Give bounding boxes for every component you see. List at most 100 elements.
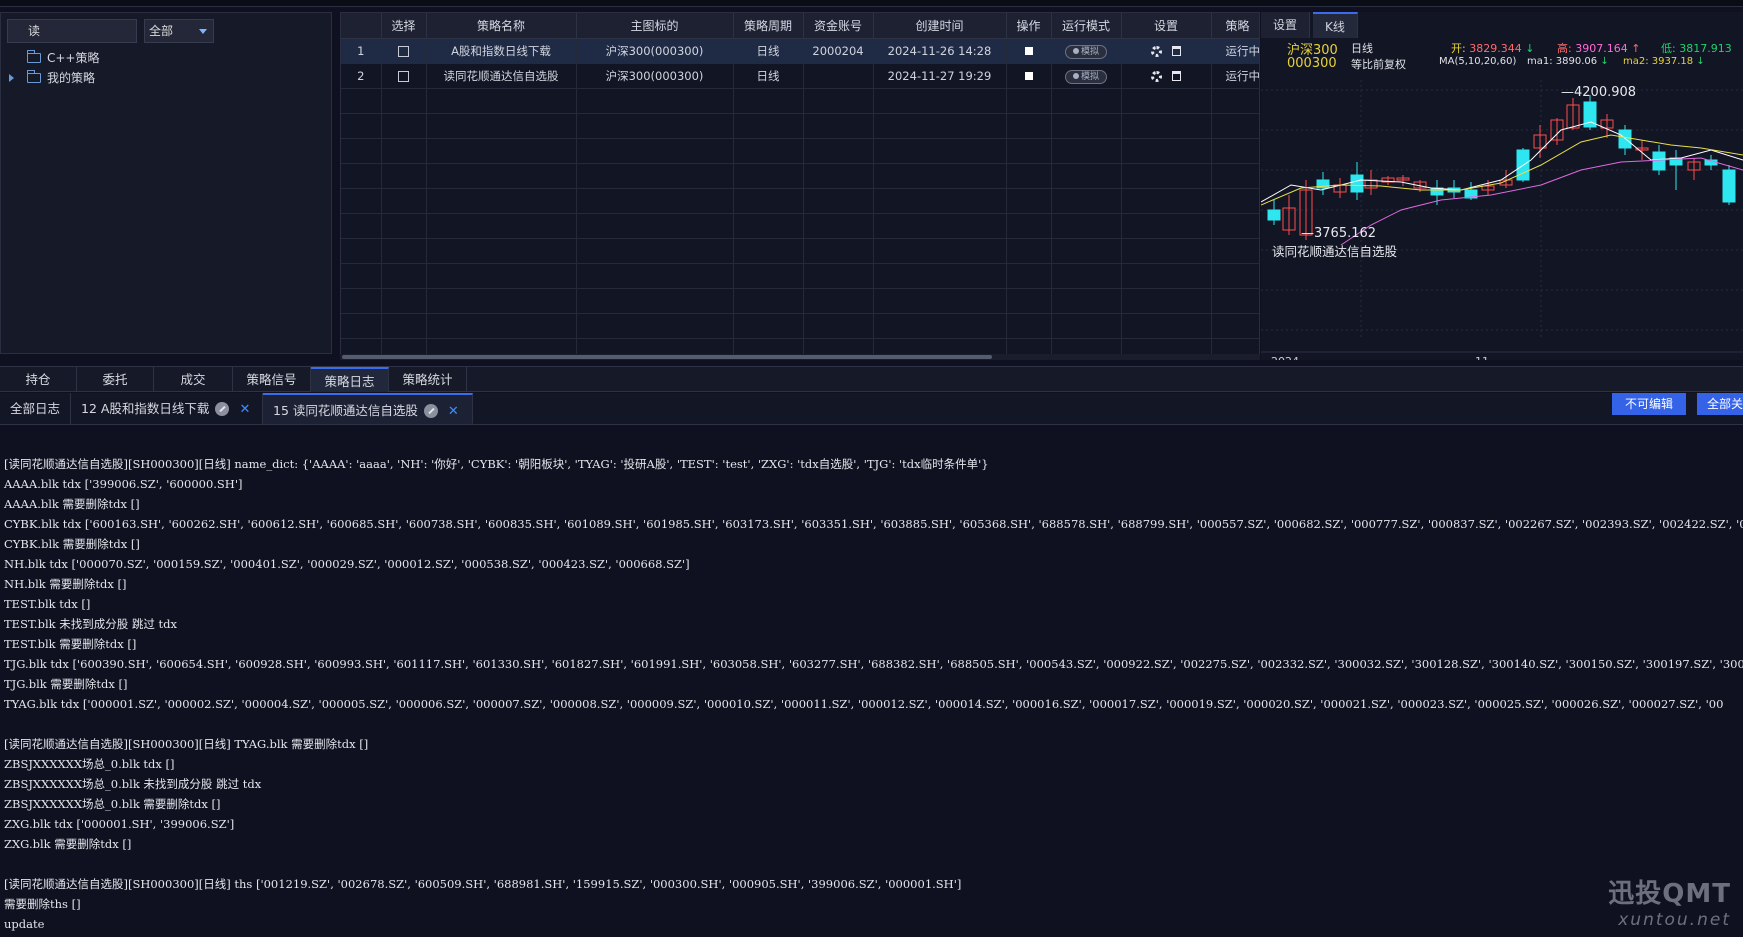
gear-icon[interactable] (1151, 70, 1162, 82)
x-tick-label: 2024 (1271, 355, 1299, 360)
log-line: TEST.blk 未找到成分股 跳过 tdx (4, 617, 178, 631)
edit-icon[interactable] (215, 402, 230, 416)
log-line: NH.blk tdx ['000070.SZ', '000159.SZ', '0… (4, 557, 690, 571)
stop-icon (1024, 71, 1033, 80)
tab-statistics[interactable]: 策略统计 (389, 367, 467, 392)
min-price-label: —3765.162 (1301, 226, 1376, 241)
tab-signals[interactable]: 策略信号 (233, 367, 311, 392)
strategy-created: 2024-11-27 19:29 (873, 63, 1007, 89)
log-output[interactable]: [读同花顺通达信自选股][SH000300][日线] name_dict: {'… (0, 426, 1743, 937)
log-tab-12[interactable]: 12 A股和指数日线下载 ✕ (71, 393, 263, 424)
strategy-filter-select[interactable]: 全部 (144, 19, 214, 43)
tab-orders[interactable]: 委托 (77, 367, 154, 392)
row-checkbox[interactable] (381, 63, 427, 89)
tab-trades[interactable]: 成交 (154, 367, 233, 392)
col-header-no (341, 13, 382, 39)
empty-row (341, 238, 1259, 264)
log-line: [读同花顺通达信自选股][SH000300][日线] ths ['001219.… (4, 877, 962, 891)
col-header-name[interactable]: 策略名称 (426, 13, 577, 39)
empty-row (341, 213, 1259, 239)
row-checkbox[interactable] (381, 38, 427, 64)
strategy-table: 选择 策略名称 主图标的 策略周期 资金账号 创建时间 操作 运行模式 设置 策… (340, 12, 1260, 358)
readonly-button[interactable]: 不可编辑 (1612, 393, 1686, 415)
watermark-url: xuntou.net (1618, 910, 1731, 930)
log-tab-all[interactable]: 全部日志 (0, 393, 71, 424)
strategy-tree-panel: 读 全部 C++策略 我的策略 (0, 12, 332, 354)
chevron-down-icon (199, 29, 207, 34)
log-line: TJG.blk 需要删除tdx [] (4, 677, 128, 691)
col-header-account[interactable]: 资金账号 (803, 13, 874, 39)
trash-icon[interactable] (1172, 71, 1181, 81)
col-header-symbol[interactable]: 主图标的 (576, 13, 734, 39)
row-settings (1121, 63, 1212, 89)
empty-row (341, 188, 1259, 214)
strategy-search-input[interactable]: 读 (7, 19, 137, 43)
col-header-settings[interactable]: 设置 (1121, 13, 1212, 39)
table-horizontal-scrollbar[interactable] (340, 354, 1260, 360)
tree-item-my-strategies[interactable]: 我的策略 (9, 69, 95, 87)
empty-row (341, 113, 1259, 139)
bottom-tab-bar: 持仓 委托 成交 策略信号 策略日志 策略统计 (0, 366, 1743, 392)
col-header-action[interactable]: 操作 (1006, 13, 1052, 39)
table-row[interactable]: 2 读同花顺通达信自选股 沪深300(000300) 日线 2024-11-27… (341, 63, 1259, 89)
strategy-period: 日线 (733, 38, 804, 64)
kline-chart[interactable]: —4200.908 —3765.162 2024 11 (1261, 30, 1743, 360)
mode-label: 模拟 (1065, 69, 1107, 84)
kline-candle (1652, 151, 1666, 171)
tree-item-cpp[interactable]: C++策略 (9, 49, 100, 67)
log-line: NH.blk 需要删除tdx [] (4, 577, 127, 591)
col-header-select[interactable]: 选择 (381, 13, 427, 39)
log-line: 需要删除ths [] (4, 897, 81, 911)
kline-candle (1722, 169, 1736, 203)
mode-toggle[interactable]: 模拟 (1051, 63, 1122, 89)
log-line: AAAA.blk tdx ['399006.SZ', '600000.SH'] (4, 477, 243, 491)
watermark: 迅投QMT xuntou.net (1608, 873, 1731, 930)
row-settings (1121, 38, 1212, 64)
table-row[interactable]: 1 A股和指数日线下载 沪深300(000300) 日线 2000204 202… (341, 38, 1259, 64)
filter-value: 全部 (149, 24, 174, 38)
row-number: 2 (341, 63, 382, 89)
col-header-created[interactable]: 创建时间 (873, 13, 1007, 39)
log-line: ZXG.blk tdx ['000001.SH', '399006.SZ'] (4, 817, 235, 831)
folder-icon (27, 50, 41, 63)
gear-icon[interactable] (1151, 45, 1162, 57)
trash-icon[interactable] (1172, 46, 1181, 56)
scrollbar-thumb[interactable] (342, 355, 992, 359)
mode-toggle[interactable]: 模拟 (1051, 38, 1122, 64)
log-tab-bar: 全部日志 12 A股和指数日线下载 ✕ 15 读同花顺通达信自选股 ✕ (0, 393, 1743, 425)
stop-button[interactable] (1006, 63, 1052, 89)
log-line: AAAA.blk 需要删除tdx [] (4, 497, 140, 511)
log-line: ZBSJXXXXXX场总_0.blk 未找到成分股 跳过 tdx (4, 777, 262, 791)
tree-item-label: 我的策略 (47, 71, 96, 85)
close-all-button[interactable]: 全部关 (1697, 393, 1743, 415)
row-number: 1 (341, 38, 382, 64)
col-header-status[interactable]: 策略 (1211, 13, 1259, 39)
strategy-period: 日线 (733, 63, 804, 89)
log-line: [读同花顺通达信自选股][SH000300][日线] name_dict: {'… (4, 457, 989, 471)
strategy-status: 运行中 (1211, 38, 1259, 64)
chart-strategy-label: 读同花顺通达信自选股 (1272, 244, 1398, 259)
empty-row (341, 88, 1259, 114)
max-price-label: —4200.908 (1561, 85, 1636, 100)
col-header-mode[interactable]: 运行模式 (1051, 13, 1122, 39)
col-header-period[interactable]: 策略周期 (733, 13, 804, 39)
stop-button[interactable] (1006, 38, 1052, 64)
empty-row (341, 263, 1259, 289)
empty-row (341, 138, 1259, 164)
close-icon[interactable]: ✕ (448, 404, 459, 419)
log-line: CYBK.blk 需要删除tdx [] (4, 537, 140, 551)
strategy-name: 读同花顺通达信自选股 (426, 63, 577, 89)
close-icon[interactable]: ✕ (239, 402, 250, 417)
stop-icon (1024, 46, 1033, 55)
log-line: CYBK.blk tdx ['600163.SH', '600262.SH', … (4, 517, 1743, 531)
watermark-brand: 迅投QMT (1608, 879, 1731, 909)
tab-strategy-log[interactable]: 策略日志 (311, 367, 389, 392)
log-tab-15[interactable]: 15 读同花顺通达信自选股 ✕ (263, 393, 473, 424)
tab-positions[interactable]: 持仓 (0, 367, 77, 392)
edit-icon[interactable] (423, 404, 438, 418)
mode-label: 模拟 (1065, 44, 1107, 59)
kline-candle (1350, 174, 1364, 193)
ma20-line (1340, 157, 1743, 246)
empty-row (341, 288, 1259, 314)
expand-arrow-icon[interactable] (9, 74, 14, 82)
